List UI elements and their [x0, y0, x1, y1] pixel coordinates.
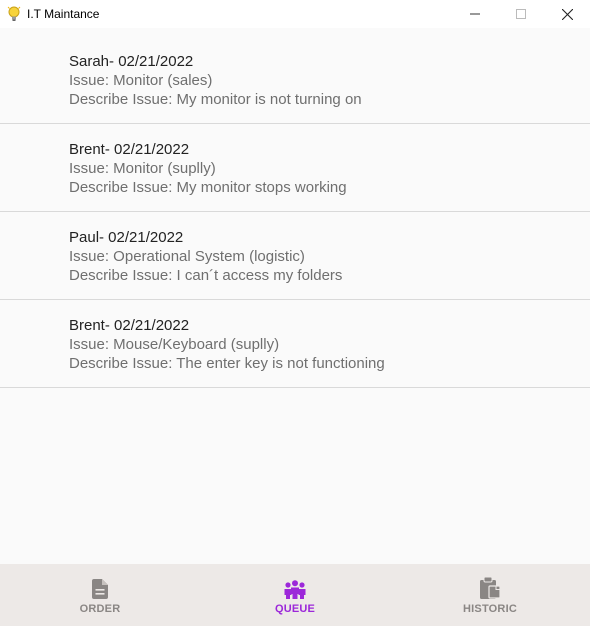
- window-controls: [452, 0, 590, 28]
- nav-historic[interactable]: HISTORIC: [390, 564, 590, 626]
- ticket-description: Describe Issue: My monitor stops working: [69, 179, 347, 196]
- ticket-title: Sarah- 02/21/2022: [69, 53, 194, 70]
- ticket-title: Brent- 02/21/2022: [69, 317, 190, 334]
- close-button[interactable]: [544, 0, 590, 28]
- close-icon: [561, 8, 573, 20]
- window-title: I.T Maintance: [27, 7, 100, 21]
- title-bar: I.T Maintance: [0, 0, 590, 28]
- nav-order-label: ORDER: [79, 603, 121, 615]
- bottom-navigation: ORDER QUEUE HISTORIC: [0, 564, 590, 626]
- people-group-icon: [283, 575, 307, 599]
- nav-queue-label: QUEUE: [274, 603, 316, 615]
- minimize-icon: [470, 13, 480, 15]
- ticket-issue: Issue: Monitor (suplly): [69, 160, 216, 177]
- clipboard-icon: [480, 575, 500, 599]
- lightbulb-icon: [6, 6, 22, 22]
- ticket-item[interactable]: Brent- 02/21/2022 Issue: Mouse/Keyboard …: [0, 300, 590, 388]
- ticket-item[interactable]: Sarah- 02/21/2022 Issue: Monitor (sales)…: [0, 36, 590, 124]
- minimize-button[interactable]: [452, 0, 498, 28]
- nav-queue[interactable]: QUEUE: [200, 564, 390, 626]
- nav-historic-label: HISTORIC: [463, 603, 517, 615]
- maximize-button[interactable]: [498, 0, 544, 28]
- ticket-title: Paul- 02/21/2022: [69, 229, 184, 246]
- document-icon: [92, 575, 108, 599]
- ticket-description: Describe Issue: The enter key is not fun…: [69, 355, 385, 372]
- ticket-issue: Issue: Mouse/Keyboard (suplly): [69, 336, 280, 353]
- app-window: I.T Maintance Sarah- 02/21/2022 Issue: M…: [0, 0, 590, 626]
- ticket-item[interactable]: Paul- 02/21/2022 Issue: Operational Syst…: [0, 212, 590, 300]
- ticket-description: Describe Issue: My monitor is not turnin…: [69, 91, 362, 108]
- ticket-queue-list: Sarah- 02/21/2022 Issue: Monitor (sales)…: [0, 36, 590, 388]
- maximize-icon: [516, 9, 526, 19]
- ticket-issue: Issue: Monitor (sales): [69, 72, 213, 89]
- ticket-title: Brent- 02/21/2022: [69, 141, 190, 158]
- ticket-item[interactable]: Brent- 02/21/2022 Issue: Monitor (suplly…: [0, 124, 590, 212]
- ticket-description: Describe Issue: I can´t access my folder…: [69, 267, 343, 284]
- ticket-issue: Issue: Operational System (logistic): [69, 248, 305, 265]
- nav-order[interactable]: ORDER: [0, 564, 200, 626]
